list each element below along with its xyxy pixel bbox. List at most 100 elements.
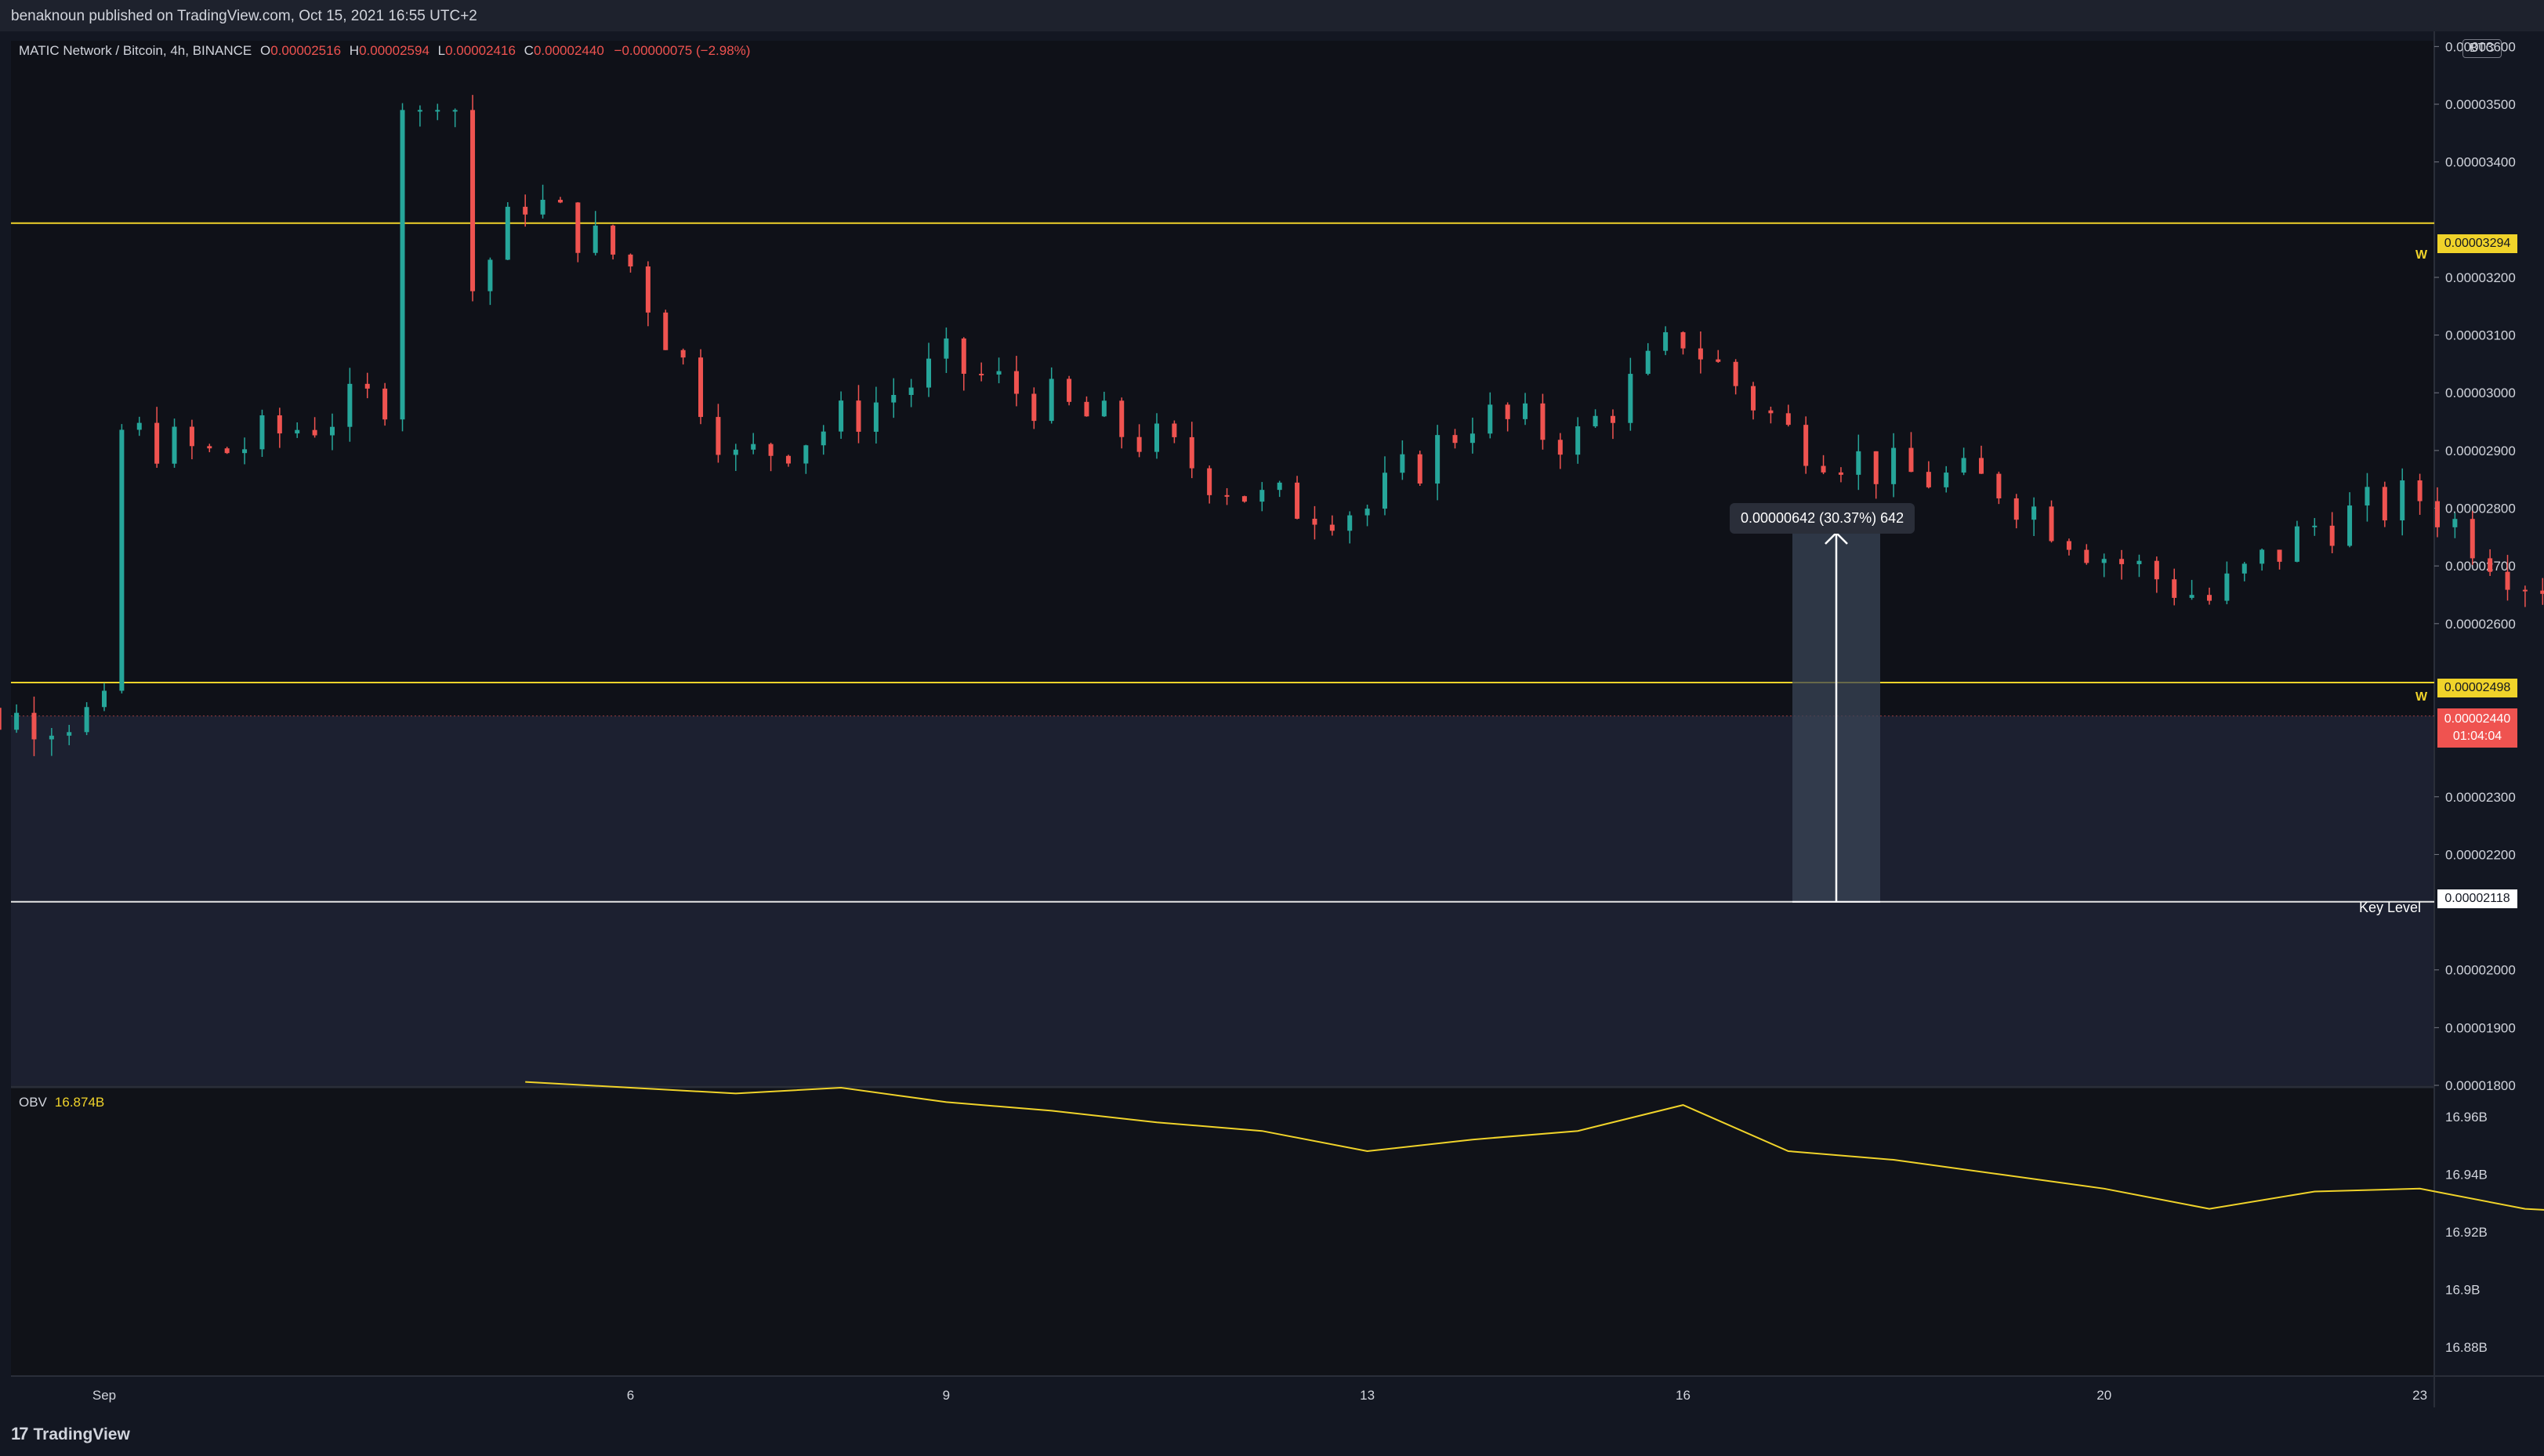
candle-body [1347,515,1353,531]
date-tick-label: 20 [2096,1388,2111,1403]
chart-area[interactable]: 0.00003600 0.00003500 0.00003400 0.00003200… [0,31,2544,1414]
change-value: −0.00000075 (−2.98%) [614,43,751,58]
candle-body [856,400,861,432]
candle-body [2277,549,2282,562]
candle-body [364,383,370,389]
candle-body [329,426,335,436]
candle-body [2312,525,2318,527]
candle-body [1505,404,1510,419]
candle-body [1013,371,1019,394]
tradingview-logo-text: TradingView [33,1425,130,1443]
candle-body [207,446,212,449]
current-price-value: 0.00002440 [2444,712,2511,726]
publisher-text: benaknoun published on TradingView.com, … [11,8,477,24]
price-tag-current: 0.00002440 01:04:04 [2437,708,2517,748]
candle-body [2452,519,2458,527]
candle-body [1523,403,1528,419]
price-tick-label: 0.00003000 [2445,386,2516,400]
w-mark-lower: W [2415,690,2428,704]
footer: 17 TradingView [0,1414,2544,1456]
candle-body [400,110,405,420]
candle-body [1382,473,1387,509]
candle-body [1189,436,1194,469]
candle-body [908,387,914,395]
candle-body [2294,526,2299,562]
candle-body [2084,549,2089,563]
candle-body [593,225,598,253]
candle-body [785,455,791,464]
candle-body [961,338,966,374]
candle-body [575,202,581,253]
currency-badge[interactable]: BTC [2462,39,2502,58]
candle-body [102,690,107,708]
candle-body [1172,423,1177,437]
candle-body [2066,541,2071,550]
price-tick-label: 0.00002300 [2445,790,2516,805]
candle-body [716,417,721,455]
candle-body [2434,501,2440,527]
candle-body [2154,560,2159,580]
candle-body [49,735,54,740]
price-tick-label: 0.00003100 [2445,328,2516,343]
candle-body [645,266,650,313]
symbol-legend: MATIC Network / Bitcoin, 4h, BINANCE O 0.… [19,43,750,59]
candle-body [944,338,949,359]
candle-body [2505,571,2510,590]
candle-body [1803,425,1809,466]
candle-body [435,110,440,112]
candle-body [2224,573,2230,601]
candle-body [803,445,809,464]
price-tick-label: 0.00002200 [2445,847,2516,862]
symbol-name: MATIC Network / Bitcoin, 4h, BINANCE [19,43,252,58]
candle-body [224,448,230,454]
chart-canvas[interactable]: 0.000036000.000035000.000034000.00003200… [0,31,2544,1414]
candle-body [1031,393,1037,422]
candle-body [996,371,1002,375]
price-tick-label: 0.00001800 [2445,1078,2516,1093]
candle-body [67,732,72,736]
candle-body [277,415,282,434]
date-tick-label: 9 [943,1388,950,1403]
candle-body [1873,451,1879,484]
candle-body [1680,331,1686,349]
obv-tick-label: 16.96B [2445,1110,2488,1125]
candle-body [487,259,493,292]
candle-body [2207,595,2212,601]
tradingview-logo[interactable]: 17 TradingView [11,1424,130,1444]
candle-body [470,110,476,292]
candle-body [1698,348,1703,360]
candle-body [1136,436,1142,452]
candle-body [768,444,774,456]
candle-body [1926,472,1931,487]
candle-body [1207,468,1212,495]
price-tick-label: 0.00002000 [2445,963,2516,978]
close-label: C [524,43,534,58]
candle-body [1610,415,1615,423]
price-tick-label: 0.00002600 [2445,617,2516,632]
key-level-label: Key Level [2359,900,2422,915]
open-label: O [260,43,271,58]
obv-pane-bg [11,1088,2434,1376]
candle-body [31,712,37,740]
candle-body [242,449,248,454]
candle-body [1838,472,1843,475]
candle-body [523,206,528,215]
candle-body [1996,473,2002,498]
high-value: 0.00002594 [359,43,429,58]
candle-body [1488,404,1493,434]
high-label: H [349,43,360,58]
candle-body [2136,560,2142,564]
candle-body [1400,454,1405,473]
candle-body [1435,435,1441,484]
candle-body [1628,374,1633,423]
candle-body [1259,490,1265,502]
lower-zone-shade [11,715,2434,1085]
candle-body [1295,482,1300,519]
obv-legend: OBV 16.874B [19,1095,104,1110]
candle-body [1821,465,1826,473]
candle-body [1751,386,1756,411]
candle-body [2382,487,2387,521]
candle-body [2365,487,2370,506]
price-tick-label: 0.00001900 [2445,1020,2516,1035]
candle-body [0,708,2,730]
